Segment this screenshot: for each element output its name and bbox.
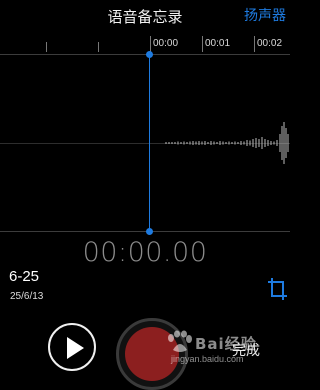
- top-bar: 语音备忘录 扬声器: [0, 0, 290, 32]
- waveform-bottom-border: [0, 231, 290, 232]
- memo-name[interactable]: 6-25: [9, 268, 39, 285]
- tick-mark: [254, 36, 255, 52]
- tick-label: 00:00: [153, 38, 179, 49]
- tick-mark: [150, 36, 151, 52]
- watermark: Bai经验 jingyan.baidu.com: [165, 330, 285, 370]
- watermark-url: jingyan.baidu.com: [171, 354, 244, 364]
- waveform-top-border: [0, 54, 290, 55]
- speaker-button[interactable]: 扬声器: [244, 5, 286, 25]
- timeline-ruler[interactable]: 00:00 00:01 00:02: [0, 34, 290, 54]
- waveform: [165, 122, 289, 164]
- playhead-handle-icon[interactable]: [146, 51, 153, 58]
- playhead[interactable]: [149, 54, 150, 232]
- playhead-handle-icon[interactable]: [146, 228, 153, 235]
- crop-icon[interactable]: [266, 276, 288, 302]
- tick-mark: [202, 36, 203, 52]
- play-button[interactable]: [48, 323, 96, 371]
- tick-mark: [98, 42, 99, 52]
- memo-date: 25/6/13: [10, 291, 44, 302]
- tick-label: 00:02: [257, 38, 283, 49]
- baidu-paw-icon: [168, 330, 192, 352]
- play-icon: [67, 337, 84, 359]
- recording-timer: 00:00.00: [82, 237, 208, 268]
- tick-mark: [46, 42, 47, 52]
- watermark-text: Bai经验: [195, 335, 257, 353]
- tick-label: 00:01: [205, 38, 231, 49]
